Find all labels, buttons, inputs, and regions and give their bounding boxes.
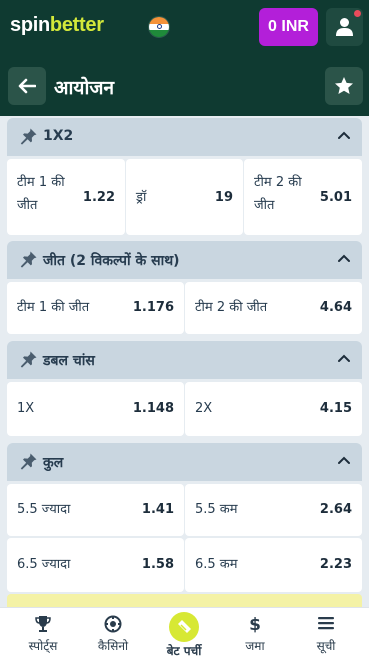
market-title: जीत (2 विकल्पों के साथ) bbox=[43, 253, 180, 269]
outcome-odd: 4.15 bbox=[319, 401, 352, 416]
pin-icon[interactable] bbox=[20, 452, 38, 470]
back-button[interactable] bbox=[8, 67, 46, 105]
svg-text:$: $ bbox=[249, 615, 261, 633]
outcome-odd: 1.58 bbox=[141, 557, 174, 572]
pin-icon[interactable] bbox=[20, 250, 38, 268]
pin-icon[interactable] bbox=[20, 127, 38, 145]
odd-1x[interactable]: 1X 1.148 bbox=[7, 382, 184, 436]
page-title: आयोजन bbox=[54, 77, 115, 99]
star-icon bbox=[335, 77, 353, 94]
odd-over-6-5[interactable]: 6.5 ज्यादा 1.58 bbox=[7, 538, 184, 592]
outcome-label: टीम 1 की जीत bbox=[17, 175, 65, 213]
outcome-label: 5.5 कम bbox=[195, 502, 238, 517]
nav-menu[interactable]: सूची bbox=[293, 607, 359, 660]
logo-text-spin: spin bbox=[10, 14, 50, 36]
nav-sports[interactable]: स्पोर्ट्स bbox=[10, 607, 76, 660]
odd-team1-win[interactable]: टीम 1 की जीत 1.22 bbox=[7, 159, 125, 235]
odd-under-5-5[interactable]: 5.5 कम 2.64 bbox=[185, 484, 362, 536]
bet-slip-icon bbox=[178, 620, 191, 633]
odd-over-5-5[interactable]: 5.5 ज्यादा 1.41 bbox=[7, 484, 184, 536]
india-flag-icon[interactable] bbox=[148, 16, 170, 38]
nav-deposit[interactable]: $ जमा bbox=[222, 607, 288, 660]
outcome-odd: 4.64 bbox=[319, 300, 352, 315]
outcome-label: टीम 2 की जीत bbox=[195, 300, 268, 315]
outcome-odd: 1.176 bbox=[132, 300, 174, 315]
casino-chip-icon bbox=[104, 615, 122, 633]
logo-text-better: better bbox=[49, 14, 104, 36]
nav-label: स्पोर्ट्स bbox=[28, 639, 58, 653]
notification-dot bbox=[354, 10, 361, 17]
odd-draw[interactable]: ड्रॉ 19 bbox=[126, 159, 243, 235]
market-header-total[interactable]: कुल bbox=[7, 443, 362, 481]
favorite-button[interactable] bbox=[325, 67, 363, 105]
user-icon bbox=[336, 18, 353, 36]
nav-label: जमा bbox=[245, 639, 265, 653]
chevron-up-icon[interactable] bbox=[338, 131, 350, 139]
outcome-odd: 5.01 bbox=[319, 190, 352, 205]
outcome-label: 6.5 कम bbox=[195, 557, 238, 572]
market-header-double-chance[interactable]: डबल चांस bbox=[7, 341, 362, 379]
dollar-icon: $ bbox=[249, 615, 261, 633]
outcome-odd: 2.64 bbox=[319, 502, 352, 517]
bet-slip-badge bbox=[169, 612, 199, 642]
pin-icon[interactable] bbox=[20, 350, 38, 368]
spinbetter-logo[interactable]: spinbetter bbox=[10, 14, 104, 37]
balance-button[interactable]: 0 INR bbox=[259, 8, 318, 46]
market-header-win-2-way[interactable]: जीत (2 विकल्पों के साथ) bbox=[7, 241, 362, 279]
odd-2x[interactable]: 2X 4.15 bbox=[185, 382, 362, 436]
outcome-odd: 19 bbox=[214, 190, 233, 205]
market-title: कुल bbox=[43, 455, 64, 471]
outcome-odd: 1.148 bbox=[132, 401, 174, 416]
outcome-odd: 1.41 bbox=[141, 502, 174, 517]
nav-label: बेट पर्ची bbox=[166, 644, 202, 658]
chevron-up-icon[interactable] bbox=[338, 354, 350, 362]
odd-team2-win[interactable]: टीम 2 की जीत 5.01 bbox=[244, 159, 362, 235]
outcome-label: टीम 1 की जीत bbox=[17, 300, 90, 315]
nav-label: सूची bbox=[316, 639, 336, 653]
chevron-up-icon[interactable] bbox=[338, 456, 350, 464]
outcome-odd: 1.22 bbox=[82, 190, 115, 205]
odd-team2-win[interactable]: टीम 2 की जीत 4.64 bbox=[185, 282, 362, 334]
outcome-label: ड्रॉ bbox=[136, 190, 147, 205]
nav-label: कैसिनो bbox=[97, 639, 129, 653]
market-header-1x2[interactable]: 1X2 bbox=[7, 118, 362, 156]
market-title: डबल चांस bbox=[43, 353, 95, 369]
nav-casino[interactable]: कैसिनो bbox=[80, 607, 146, 660]
outcome-label: टीम 2 की जीत bbox=[254, 175, 302, 213]
outcome-label: 2X bbox=[195, 401, 213, 416]
chevron-up-icon[interactable] bbox=[338, 254, 350, 262]
outcome-label: 1X bbox=[17, 401, 35, 416]
outcome-odd: 2.23 bbox=[319, 557, 352, 572]
market-title: 1X2 bbox=[43, 128, 74, 144]
nav-bet-slip[interactable]: बेट पर्ची bbox=[151, 607, 217, 660]
menu-icon bbox=[318, 617, 334, 630]
odd-team1-win[interactable]: टीम 1 की जीत 1.176 bbox=[7, 282, 184, 334]
odd-under-6-5[interactable]: 6.5 कम 2.23 bbox=[185, 538, 362, 592]
outcome-label: 5.5 ज्यादा bbox=[17, 502, 71, 517]
arrow-left-icon bbox=[18, 78, 36, 94]
trophy-icon bbox=[35, 616, 51, 632]
outcome-label: 6.5 ज्यादा bbox=[17, 557, 71, 572]
